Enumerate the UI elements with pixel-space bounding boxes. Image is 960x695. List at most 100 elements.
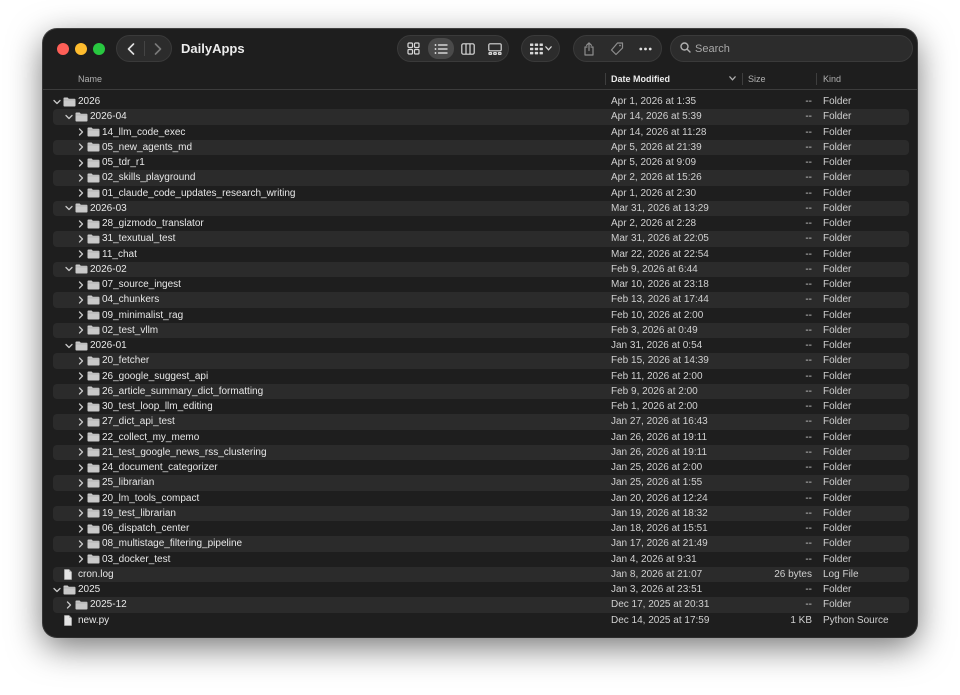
disclosure-collapsed-icon[interactable] [77, 372, 85, 380]
zoom-window-button[interactable] [93, 43, 105, 55]
folder-row[interactable]: 30_test_loop_llm_editing Feb 1, 2026 at 2… [43, 399, 917, 414]
disclosure-expanded-icon[interactable] [65, 113, 73, 121]
disclosure-collapsed-icon[interactable] [77, 189, 85, 197]
disclosure-expanded-icon[interactable] [65, 204, 73, 212]
item-kind: Folder [823, 202, 852, 214]
folder-row[interactable]: 21_test_google_news_rss_clustering Jan 26… [43, 444, 917, 461]
view-mode-selector [397, 35, 509, 62]
column-divider [816, 73, 817, 85]
folder-row[interactable]: 2026 Apr 1, 2026 at 1:35 -- Folder [43, 94, 917, 109]
file-row[interactable]: new.py Dec 14, 2025 at 17:59 1 KB Python So… [43, 613, 917, 628]
forward-button[interactable] [144, 36, 171, 61]
search-field[interactable] [670, 35, 913, 62]
folder-row[interactable]: 07_source_ingest Mar 10, 2026 at 23:18 -- F… [43, 277, 917, 292]
folder-row[interactable]: 20_fetcher Feb 15, 2026 at 14:39 -- Folder [43, 353, 917, 369]
disclosure-collapsed-icon[interactable] [77, 387, 85, 395]
folder-row[interactable]: 02_skills_playground Apr 2, 2026 at 15:26… [43, 170, 917, 186]
folder-icon [87, 249, 100, 259]
disclosure-collapsed-icon[interactable] [77, 219, 85, 228]
folder-row[interactable]: 01_claude_code_updates_research_writing A… [43, 186, 917, 201]
folder-icon [87, 142, 100, 152]
disclosure-expanded-icon[interactable] [53, 586, 61, 594]
folder-row[interactable]: 14_llm_code_exec Apr 14, 2026 at 11:28 -- F… [43, 125, 917, 140]
disclosure-collapsed-icon[interactable] [77, 280, 85, 289]
kind-column-header[interactable]: Kind [823, 74, 841, 84]
folder-row[interactable]: 31_texutual_test Mar 31, 2026 at 22:05 -- F… [43, 231, 917, 247]
folder-row[interactable]: 2026-03 Mar 31, 2026 at 13:29 -- Folder [43, 200, 917, 217]
disclosure-expanded-icon[interactable] [65, 342, 73, 350]
folder-row[interactable]: 28_gizmodo_translator Apr 2, 2026 at 2:28… [43, 216, 917, 231]
folder-row[interactable]: 26_google_suggest_api Feb 11, 2026 at 2:0… [43, 369, 917, 384]
disclosure-collapsed-icon[interactable] [77, 524, 85, 533]
folder-row[interactable]: 22_collect_my_memo Jan 26, 2026 at 19:11 -… [43, 430, 917, 445]
disclosure-collapsed-icon[interactable] [77, 479, 85, 487]
folder-row[interactable]: 27_dict_api_test Jan 27, 2026 at 16:43 -- F… [43, 414, 917, 430]
disclosure-collapsed-icon[interactable] [77, 250, 85, 258]
icon-view-button[interactable] [400, 38, 426, 59]
search-input[interactable] [695, 39, 900, 58]
disclosure-collapsed-icon[interactable] [77, 143, 85, 151]
folder-row[interactable]: 06_dispatch_center Jan 18, 2026 at 15:51 -… [43, 521, 917, 536]
file-row[interactable]: cron.log Jan 8, 2026 at 21:07 26 bytes Log … [43, 566, 917, 583]
item-kind: Folder [823, 370, 852, 382]
folder-row[interactable]: 02_test_vllm Feb 3, 2026 at 0:49 -- Folder [43, 322, 917, 339]
folder-row[interactable]: 11_chat Mar 22, 2026 at 22:54 -- Folder [43, 247, 917, 262]
disclosure-collapsed-icon[interactable] [77, 494, 85, 502]
tag-button[interactable] [604, 38, 630, 59]
disclosure-collapsed-icon[interactable] [77, 418, 85, 426]
item-date-modified: Jan 25, 2026 at 2:00 [611, 462, 703, 473]
document-icon [64, 614, 72, 626]
folder-row[interactable]: 04_chunkers Feb 13, 2026 at 17:44 -- Folder [43, 292, 917, 308]
folder-row[interactable]: 2026-02 Feb 9, 2026 at 6:44 -- Folder [43, 261, 917, 278]
item-kind: Folder [823, 294, 852, 306]
disclosure-collapsed-icon[interactable] [77, 509, 85, 517]
close-window-button[interactable] [57, 43, 69, 55]
folder-row[interactable]: 03_docker_test Jan 4, 2026 at 9:31 -- Folde… [43, 552, 917, 567]
disclosure-collapsed-icon[interactable] [77, 357, 85, 365]
disclosure-collapsed-icon[interactable] [77, 463, 85, 472]
disclosure-collapsed-icon[interactable] [77, 448, 85, 456]
disclosure-collapsed-icon[interactable] [77, 326, 85, 334]
folder-row[interactable]: 24_document_categorizer Jan 25, 2026 at 2… [43, 460, 917, 475]
folder-row[interactable]: 25_librarian Jan 25, 2026 at 1:55 -- Folder [43, 475, 917, 491]
disclosure-expanded-icon[interactable] [53, 98, 61, 106]
folder-row[interactable]: 08_multistage_filtering_pipeline Jan 17, … [43, 536, 917, 552]
folder-row[interactable]: 2025 Jan 3, 2026 at 23:51 -- Folder [43, 582, 917, 597]
column-view-button[interactable] [455, 38, 481, 59]
folder-row[interactable]: 05_new_agents_md Apr 5, 2026 at 21:39 -- Fo… [43, 139, 917, 156]
disclosure-expanded-icon[interactable] [65, 265, 73, 273]
more-button[interactable] [632, 38, 658, 59]
minimize-window-button[interactable] [75, 43, 87, 55]
group-by-button[interactable] [521, 35, 560, 62]
disclosure-collapsed-icon[interactable] [77, 158, 85, 167]
item-date-modified: Jan 8, 2026 at 21:07 [611, 568, 703, 580]
disclosure-collapsed-icon[interactable] [77, 433, 85, 441]
disclosure-collapsed-icon[interactable] [77, 402, 85, 411]
folder-row[interactable]: 09_minimalist_rag Feb 10, 2026 at 2:00 -- F… [43, 308, 917, 323]
list-view-button[interactable] [428, 38, 454, 59]
folder-row[interactable]: 2025-12 Dec 17, 2025 at 20:31 -- Folder [43, 597, 917, 613]
folder-row[interactable]: 26_article_summary_dict_formatting Feb 9,… [43, 383, 917, 400]
folder-row[interactable]: 20_lm_tools_compact Jan 20, 2026 at 12:24… [43, 491, 917, 506]
disclosure-collapsed-icon[interactable] [77, 296, 85, 304]
gallery-view-button[interactable] [482, 38, 508, 59]
disclosure-collapsed-icon[interactable] [77, 174, 85, 182]
disclosure-collapsed-icon[interactable] [77, 311, 85, 319]
folder-row[interactable]: 05_tdr_r1 Apr 5, 2026 at 9:09 -- Folder [43, 155, 917, 170]
size-column-header[interactable]: Size [748, 74, 766, 84]
back-button[interactable] [117, 36, 144, 61]
folder-row[interactable]: 2026-01 Jan 31, 2026 at 0:54 -- Folder [43, 338, 917, 353]
item-name: 25_librarian [102, 477, 155, 489]
item-name: 07_source_ingest [102, 279, 181, 290]
disclosure-collapsed-icon[interactable] [77, 540, 85, 548]
disclosure-collapsed-icon[interactable] [77, 235, 85, 243]
folder-row[interactable]: 19_test_librarian Jan 19, 2026 at 18:32 --… [43, 505, 917, 522]
gallery-view-icon [488, 42, 502, 55]
date-modified-column-header[interactable]: Date Modified [611, 74, 670, 84]
folder-row[interactable]: 2026-04 Apr 14, 2026 at 5:39 -- Folder [43, 109, 917, 125]
disclosure-collapsed-icon[interactable] [65, 601, 73, 609]
disclosure-collapsed-icon[interactable] [77, 555, 85, 563]
disclosure-collapsed-icon[interactable] [77, 128, 85, 136]
share-button[interactable] [576, 38, 602, 59]
name-column-header[interactable]: Name [78, 74, 102, 84]
